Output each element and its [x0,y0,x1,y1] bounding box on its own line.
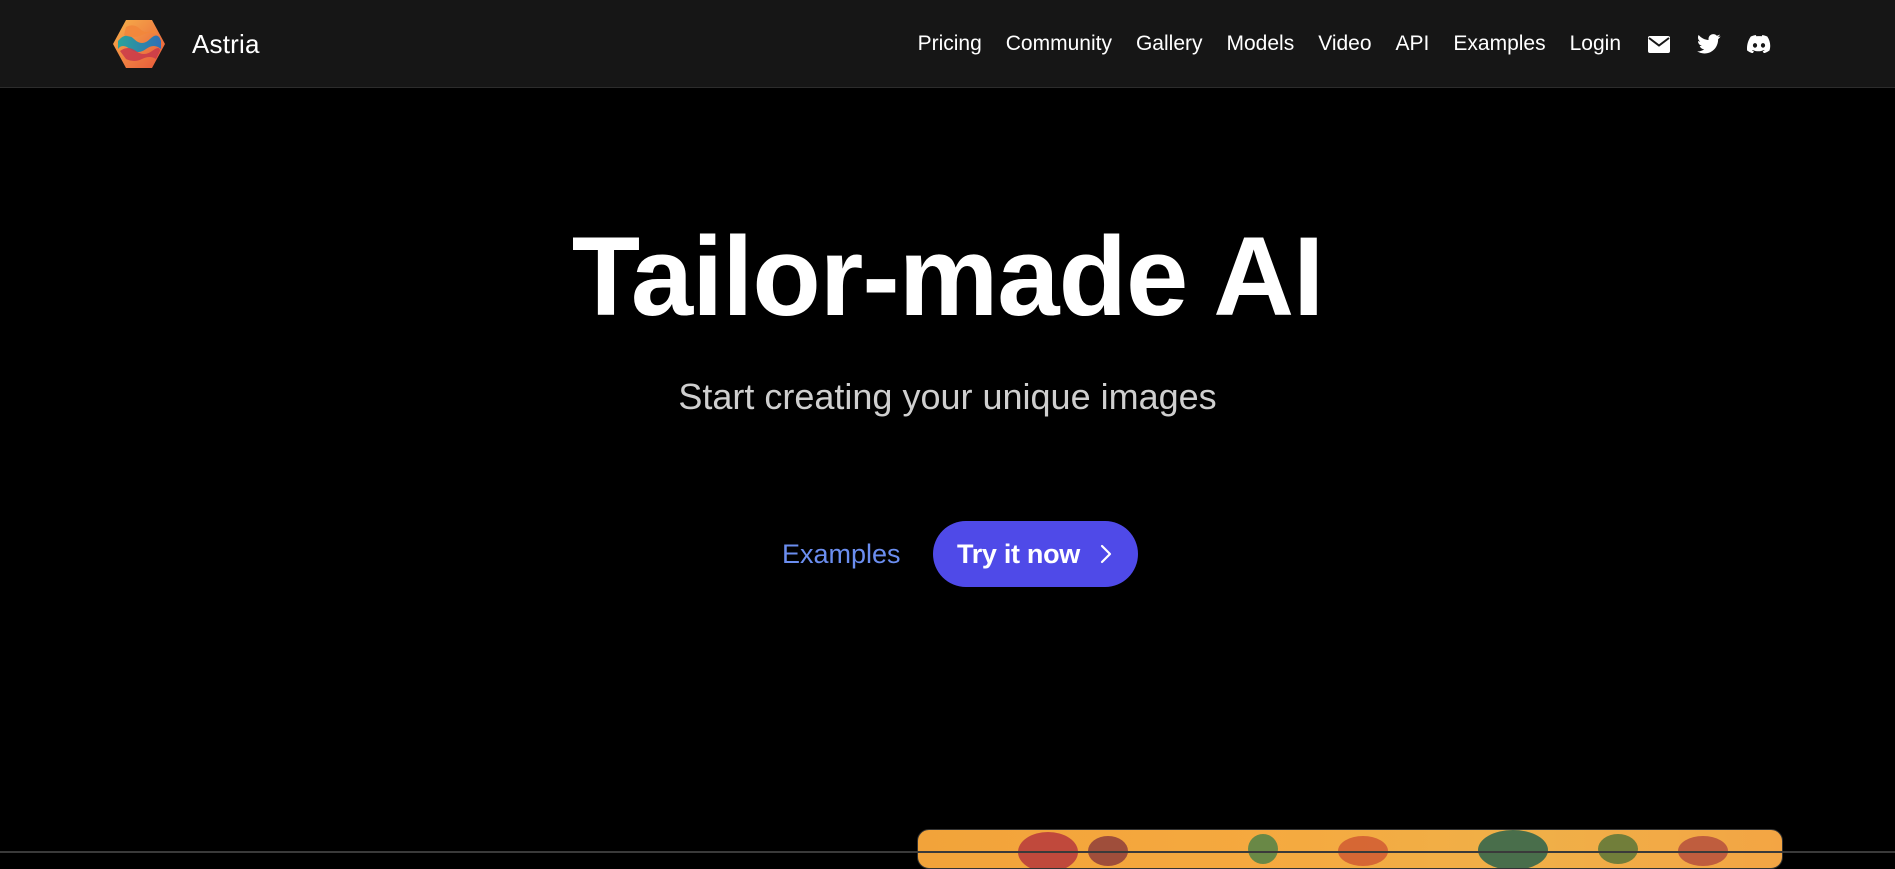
examples-link[interactable]: Examples [782,521,901,587]
try-it-now-label: Try it now [957,538,1081,569]
astria-logo-icon [113,20,165,68]
email-icon[interactable] [1647,32,1671,56]
nav-link-community[interactable]: Community [1006,32,1112,56]
discord-icon[interactable] [1747,32,1771,56]
main-nav: Pricing Community Gallery Models Video A… [918,0,1771,88]
hero-preview-image [917,829,1783,869]
hero-title: Tailor-made AI [571,214,1324,339]
nav-link-login[interactable]: Login [1570,32,1621,56]
nav-link-video[interactable]: Video [1318,32,1371,56]
nav-link-api[interactable]: API [1396,32,1430,56]
nav-link-pricing[interactable]: Pricing [918,32,982,56]
hero-subtitle: Start creating your unique images [678,376,1217,417]
brand-home-link[interactable]: Astria [112,17,260,71]
try-it-now-button[interactable]: Try it now [933,521,1138,587]
brand-name: Astria [192,28,260,59]
nav-link-examples[interactable]: Examples [1453,32,1545,56]
chevron-right-icon [1100,544,1112,564]
hero-cta-row: Examples Try it now [0,521,1895,587]
top-navbar: Astria Pricing Community Gallery Models … [0,0,1895,88]
twitter-icon[interactable] [1697,32,1721,56]
nav-link-gallery[interactable]: Gallery [1136,32,1203,56]
nav-link-models[interactable]: Models [1227,32,1295,56]
